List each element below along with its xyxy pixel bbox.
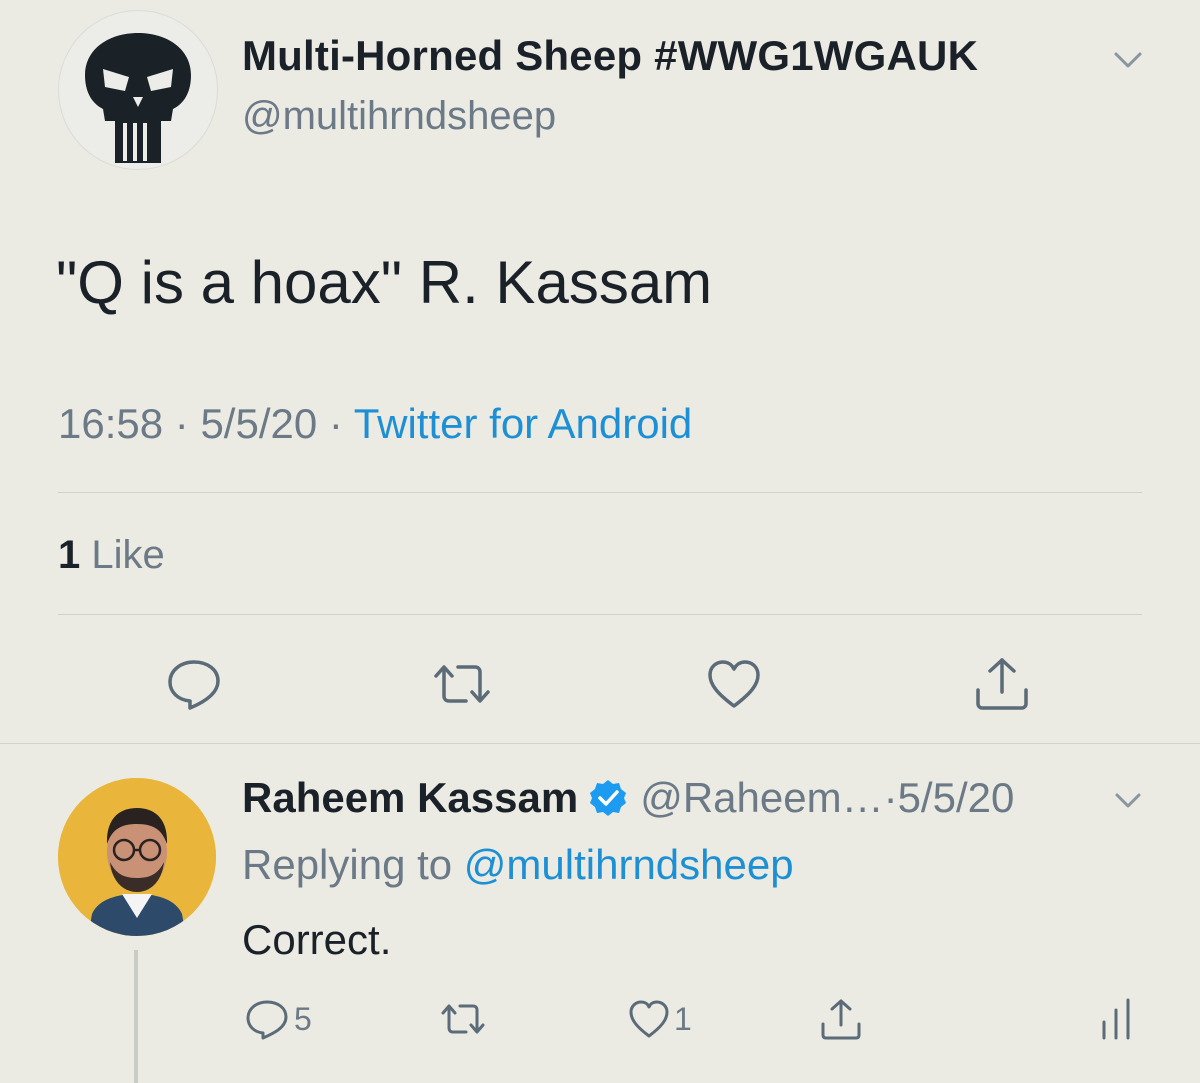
- reply-reply-button[interactable]: 5: [244, 996, 312, 1042]
- reply-header: Raheem Kassam @Raheem… · 5/5/20: [242, 774, 1014, 822]
- reply-like-button[interactable]: 1: [626, 996, 692, 1042]
- thread-line: [134, 950, 138, 1083]
- retweet-icon[interactable]: [432, 654, 492, 714]
- reply-analytics-button[interactable]: [1096, 996, 1142, 1042]
- punisher-skull-icon: [85, 33, 191, 163]
- tweet-time: 16:58: [58, 400, 164, 447]
- reply-retweet-button[interactable]: [440, 996, 486, 1042]
- like-icon[interactable]: [704, 654, 764, 714]
- meta-separator: ·: [317, 400, 354, 447]
- divider: [0, 743, 1200, 744]
- author-avatar[interactable]: [58, 10, 218, 170]
- replying-to-mention[interactable]: @multihrndsheep: [464, 841, 794, 888]
- divider: [58, 492, 1142, 493]
- likes-label: Like: [80, 533, 165, 577]
- reply-icon[interactable]: [164, 654, 224, 714]
- replying-to-label: Replying to: [242, 841, 464, 888]
- likes-count: 1: [58, 533, 81, 577]
- reply-like-count: 1: [674, 1000, 692, 1037]
- share-icon[interactable]: [972, 654, 1032, 714]
- person-avatar-icon: [58, 778, 216, 936]
- chevron-down-icon[interactable]: [1108, 40, 1148, 80]
- author-handle[interactable]: @multihrndsheep: [242, 94, 556, 139]
- reply-text: Correct.: [242, 916, 392, 963]
- tweet-text: "Q is a hoax" R. Kassam: [56, 249, 713, 316]
- analytics-icon: [1102, 998, 1130, 1040]
- tweet-source-link[interactable]: Twitter for Android: [354, 400, 692, 447]
- replying-to: Replying to @multihrndsheep: [242, 841, 794, 889]
- reply-count: 5: [294, 1000, 312, 1037]
- retweet-icon: [441, 1004, 485, 1034]
- share-icon: [821, 999, 861, 1040]
- tweet-date: 5/5/20: [200, 400, 318, 447]
- reply-author-name[interactable]: Raheem Kassam: [242, 774, 578, 822]
- verified-badge-icon: [590, 780, 627, 816]
- author-name[interactable]: Multi-Horned Sheep #WWG1WGAUK: [242, 32, 978, 80]
- likes-summary[interactable]: 1 Like: [58, 533, 165, 578]
- meta-separator: ·: [163, 400, 201, 447]
- chevron-down-icon[interactable]: [1110, 782, 1146, 818]
- tweet-meta: 16:58 · 5/5/20 · Twitter for Android: [58, 400, 692, 448]
- divider: [58, 614, 1142, 615]
- reply-share-button[interactable]: [818, 996, 864, 1042]
- reply-icon: [246, 1000, 288, 1040]
- reply-author-handle[interactable]: @Raheem…: [640, 774, 883, 822]
- like-icon: [629, 1000, 669, 1038]
- reply-date: 5/5/20: [897, 774, 1015, 821]
- reply-date-separator: ·: [883, 774, 898, 821]
- reply-author-avatar[interactable]: [58, 778, 216, 936]
